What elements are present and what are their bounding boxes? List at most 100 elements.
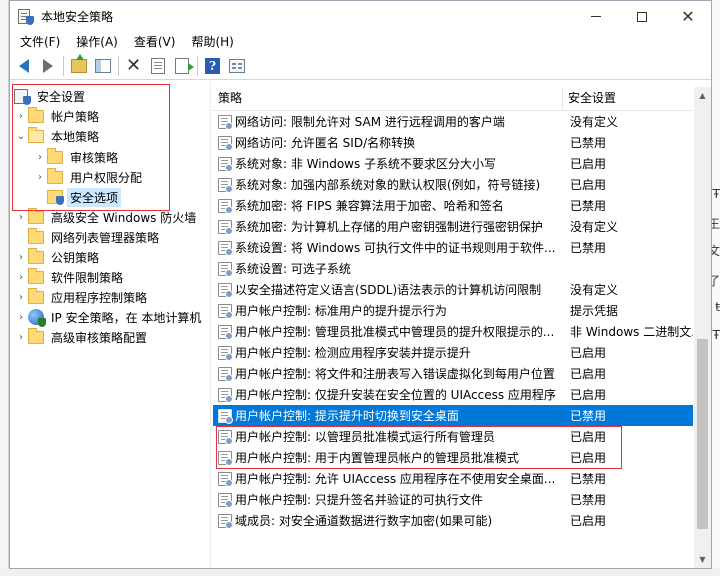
security-setting: 已禁用 <box>570 472 607 486</box>
list-item[interactable]: 用户帐户控制: 管理员批准模式中管理员的提升权限提示的... 非 Windows … <box>213 321 693 342</box>
tree-item-software-restriction[interactable]: › 软件限制策略 <box>14 267 126 287</box>
scroll-down-arrow-icon[interactable]: ▼ <box>694 551 711 568</box>
list-item[interactable]: 用户帐户控制: 仅提升安装在安全位置的 UIAccess 应用程序 已启用 <box>213 384 693 405</box>
list-item[interactable]: 系统加密: 将 FIPS 兼容算法用于加密、哈希和签名 已禁用 <box>213 195 693 216</box>
security-setting: 已禁用 <box>570 136 607 150</box>
list-item[interactable]: 用户帐户控制: 标准用户的提升提示行为 提示凭据 <box>213 300 693 321</box>
tree-item-user-rights-assignment[interactable]: › 用户权限分配 <box>33 167 145 187</box>
policy-name: 网络访问: 允许匿名 SID/名称转换 <box>235 136 416 150</box>
toolbar: ✕ ? <box>10 52 711 80</box>
help-button[interactable]: ? <box>201 54 224 77</box>
policy-icon <box>218 177 233 193</box>
bg-char: Ŧ <box>712 187 720 201</box>
policy-name: 用户帐户控制: 管理员批准模式中管理员的提升权限提示的... <box>235 325 555 339</box>
expand-chevron-icon[interactable]: › <box>33 172 47 183</box>
minimize-button[interactable] <box>573 1 619 32</box>
tree-item-advanced-audit[interactable]: › 高级审核策略配置 <box>14 327 150 347</box>
policy-name: 用户帐户控制: 用于内置管理员帐户的管理员批准模式 <box>235 451 519 465</box>
maximize-button[interactable] <box>619 1 665 32</box>
list-item[interactable]: 用户帐户控制: 只提升签名并验证的可执行文件 已禁用 <box>213 489 693 510</box>
tree-item-network-list-manager[interactable]: 网络列表管理器策略 <box>14 227 162 247</box>
tree-item-windows-firewall[interactable]: › 高级安全 Windows 防火墙 <box>14 207 199 227</box>
list-item[interactable]: 系统设置: 可选子系统 <box>213 258 693 279</box>
show-hide-tree-button[interactable] <box>91 54 114 77</box>
expand-chevron-icon[interactable]: › <box>14 272 28 283</box>
expand-chevron-icon[interactable]: › <box>14 111 28 122</box>
tree-item-security-options[interactable]: 安全选项 <box>33 187 122 207</box>
local-security-policy-icon <box>17 8 34 25</box>
list-item[interactable]: 用户帐户控制: 以管理员批准模式运行所有管理员 已启用 <box>213 426 693 447</box>
expand-chevron-icon[interactable]: › <box>14 332 28 343</box>
console-tree: 安全设置 › 帐户策略 ⌄ 本地策略 › 审核策略 › 用户权限分配 安全选项 … <box>10 81 211 568</box>
scroll-up-arrow-icon[interactable]: ▲ <box>694 87 711 104</box>
policy-name: 网络访问: 限制允许对 SAM 进行远程调用的客户端 <box>235 115 505 129</box>
folder-icon <box>47 167 63 184</box>
list-item[interactable]: 系统对象: 非 Windows 子系统不要求区分大小写 已启用 <box>213 153 693 174</box>
expand-chevron-icon[interactable]: › <box>33 152 47 163</box>
list-item[interactable]: 以安全描述符定义语言(SDDL)语法表示的计算机访问限制 没有定义 <box>213 279 693 300</box>
expand-chevron-icon[interactable]: › <box>14 292 28 303</box>
expand-chevron-icon[interactable]: › <box>14 252 28 263</box>
tree-item-label: 用户权限分配 <box>70 170 143 185</box>
vertical-scrollbar[interactable]: ▲ ▼ <box>694 87 711 568</box>
list-item[interactable]: 用户帐户控制: 用于内置管理员帐户的管理员批准模式 已启用 <box>213 447 693 468</box>
list-item[interactable]: 系统加密: 为计算机上存储的用户密钥强制进行强密钥保护 没有定义 <box>213 216 693 237</box>
tree-item-ip-security-policies[interactable]: › IP 安全策略，在 本地计算机 <box>14 307 204 327</box>
policy-name: 系统加密: 为计算机上存储的用户密钥强制进行强密钥保护 <box>235 220 543 234</box>
menu-file[interactable]: 文件(F) <box>12 32 68 52</box>
policy-icon <box>218 408 233 424</box>
tree-item-security-settings[interactable]: 安全设置 <box>14 86 88 106</box>
menu-view[interactable]: 查看(V) <box>126 32 184 52</box>
policy-icon <box>218 114 233 130</box>
policy-name: 系统设置: 将 Windows 可执行文件中的证书规则用于软件... <box>235 241 556 255</box>
export-list-icon <box>174 57 194 74</box>
menu-action[interactable]: 操作(A) <box>68 32 126 52</box>
forward-button[interactable] <box>36 54 59 77</box>
back-arrow-icon <box>18 58 29 73</box>
close-button[interactable]: ✕ <box>665 1 711 32</box>
policy-name: 域成员: 对安全通道数据进行数字加密(如果可能) <box>235 514 493 528</box>
list-item-selected[interactable]: 用户帐户控制: 提示提升时切换到安全桌面 已禁用 <box>213 405 693 426</box>
list-item[interactable]: 系统对象: 加强内部系统对象的默认权限(例如，符号链接) 已启用 <box>213 174 693 195</box>
tree-item-label: 安全设置 <box>37 89 86 104</box>
tree-item-label: 帐户策略 <box>51 109 100 124</box>
list-item[interactable]: 域成员: 对安全通道数据进行数字加密(如果可能) 已启用 <box>213 510 693 531</box>
list-item[interactable]: 用户帐户控制: 检测应用程序安装并提示提升 已启用 <box>213 342 693 363</box>
scroll-thumb[interactable] <box>697 339 708 529</box>
policy-icon <box>218 324 233 340</box>
tree-item-label: 安全选项 <box>67 187 122 207</box>
list-item[interactable]: 用户帐户控制: 将文件和注册表写入错误虚拟化到每用户位置 已启用 <box>213 363 693 384</box>
expand-chevron-icon[interactable]: › <box>14 212 28 223</box>
policy-icon <box>218 198 233 214</box>
list-item[interactable]: 网络访问: 允许匿名 SID/名称转换 已禁用 <box>213 132 693 153</box>
collapse-chevron-icon[interactable]: ⌄ <box>14 131 28 142</box>
tree-item-account-policies[interactable]: › 帐户策略 <box>14 106 102 126</box>
menu-help[interactable]: 帮助(H) <box>183 32 241 52</box>
tree-item-public-key-policies[interactable]: › 公钥策略 <box>14 247 102 267</box>
toolbar-separator <box>118 55 119 76</box>
back-button[interactable] <box>12 54 35 77</box>
tree-item-local-policies[interactable]: ⌄ 本地策略 <box>14 126 102 146</box>
tree-item-audit-policy[interactable]: › 审核策略 <box>33 147 121 167</box>
delete-button[interactable]: ✕ <box>122 54 145 77</box>
list-item[interactable]: 网络访问: 限制允许对 SAM 进行远程调用的客户端 没有定义 <box>213 111 693 132</box>
properties-button[interactable] <box>146 54 169 77</box>
export-list-button[interactable] <box>170 54 194 77</box>
security-setting: 已禁用 <box>570 241 607 255</box>
tree-item-label: 应用程序控制策略 <box>51 290 148 305</box>
security-setting: 已启用 <box>570 367 607 381</box>
column-header-policy[interactable]: 策略 <box>213 87 563 110</box>
policy-name: 系统对象: 非 Windows 子系统不要求区分大小写 <box>235 157 497 171</box>
security-setting: 已禁用 <box>570 493 607 507</box>
bg-char: Ŧ <box>712 328 720 342</box>
column-header-security-setting[interactable]: 安全设置 <box>563 87 693 110</box>
tree-item-application-control[interactable]: › 应用程序控制策略 <box>14 287 150 307</box>
policy-icon <box>218 240 233 256</box>
expand-chevron-icon[interactable]: › <box>14 312 28 323</box>
list-item[interactable]: 系统设置: 将 Windows 可执行文件中的证书规则用于软件... 已禁用 <box>213 237 693 258</box>
title-bar[interactable]: 本地安全策略 ✕ <box>10 1 711 32</box>
folder-icon <box>28 267 44 284</box>
list-item[interactable]: 用户帐户控制: 允许 UIAccess 应用程序在不使用安全桌面... 已禁用 <box>213 468 693 489</box>
up-one-level-button[interactable] <box>67 53 90 77</box>
view-button[interactable] <box>225 54 248 77</box>
